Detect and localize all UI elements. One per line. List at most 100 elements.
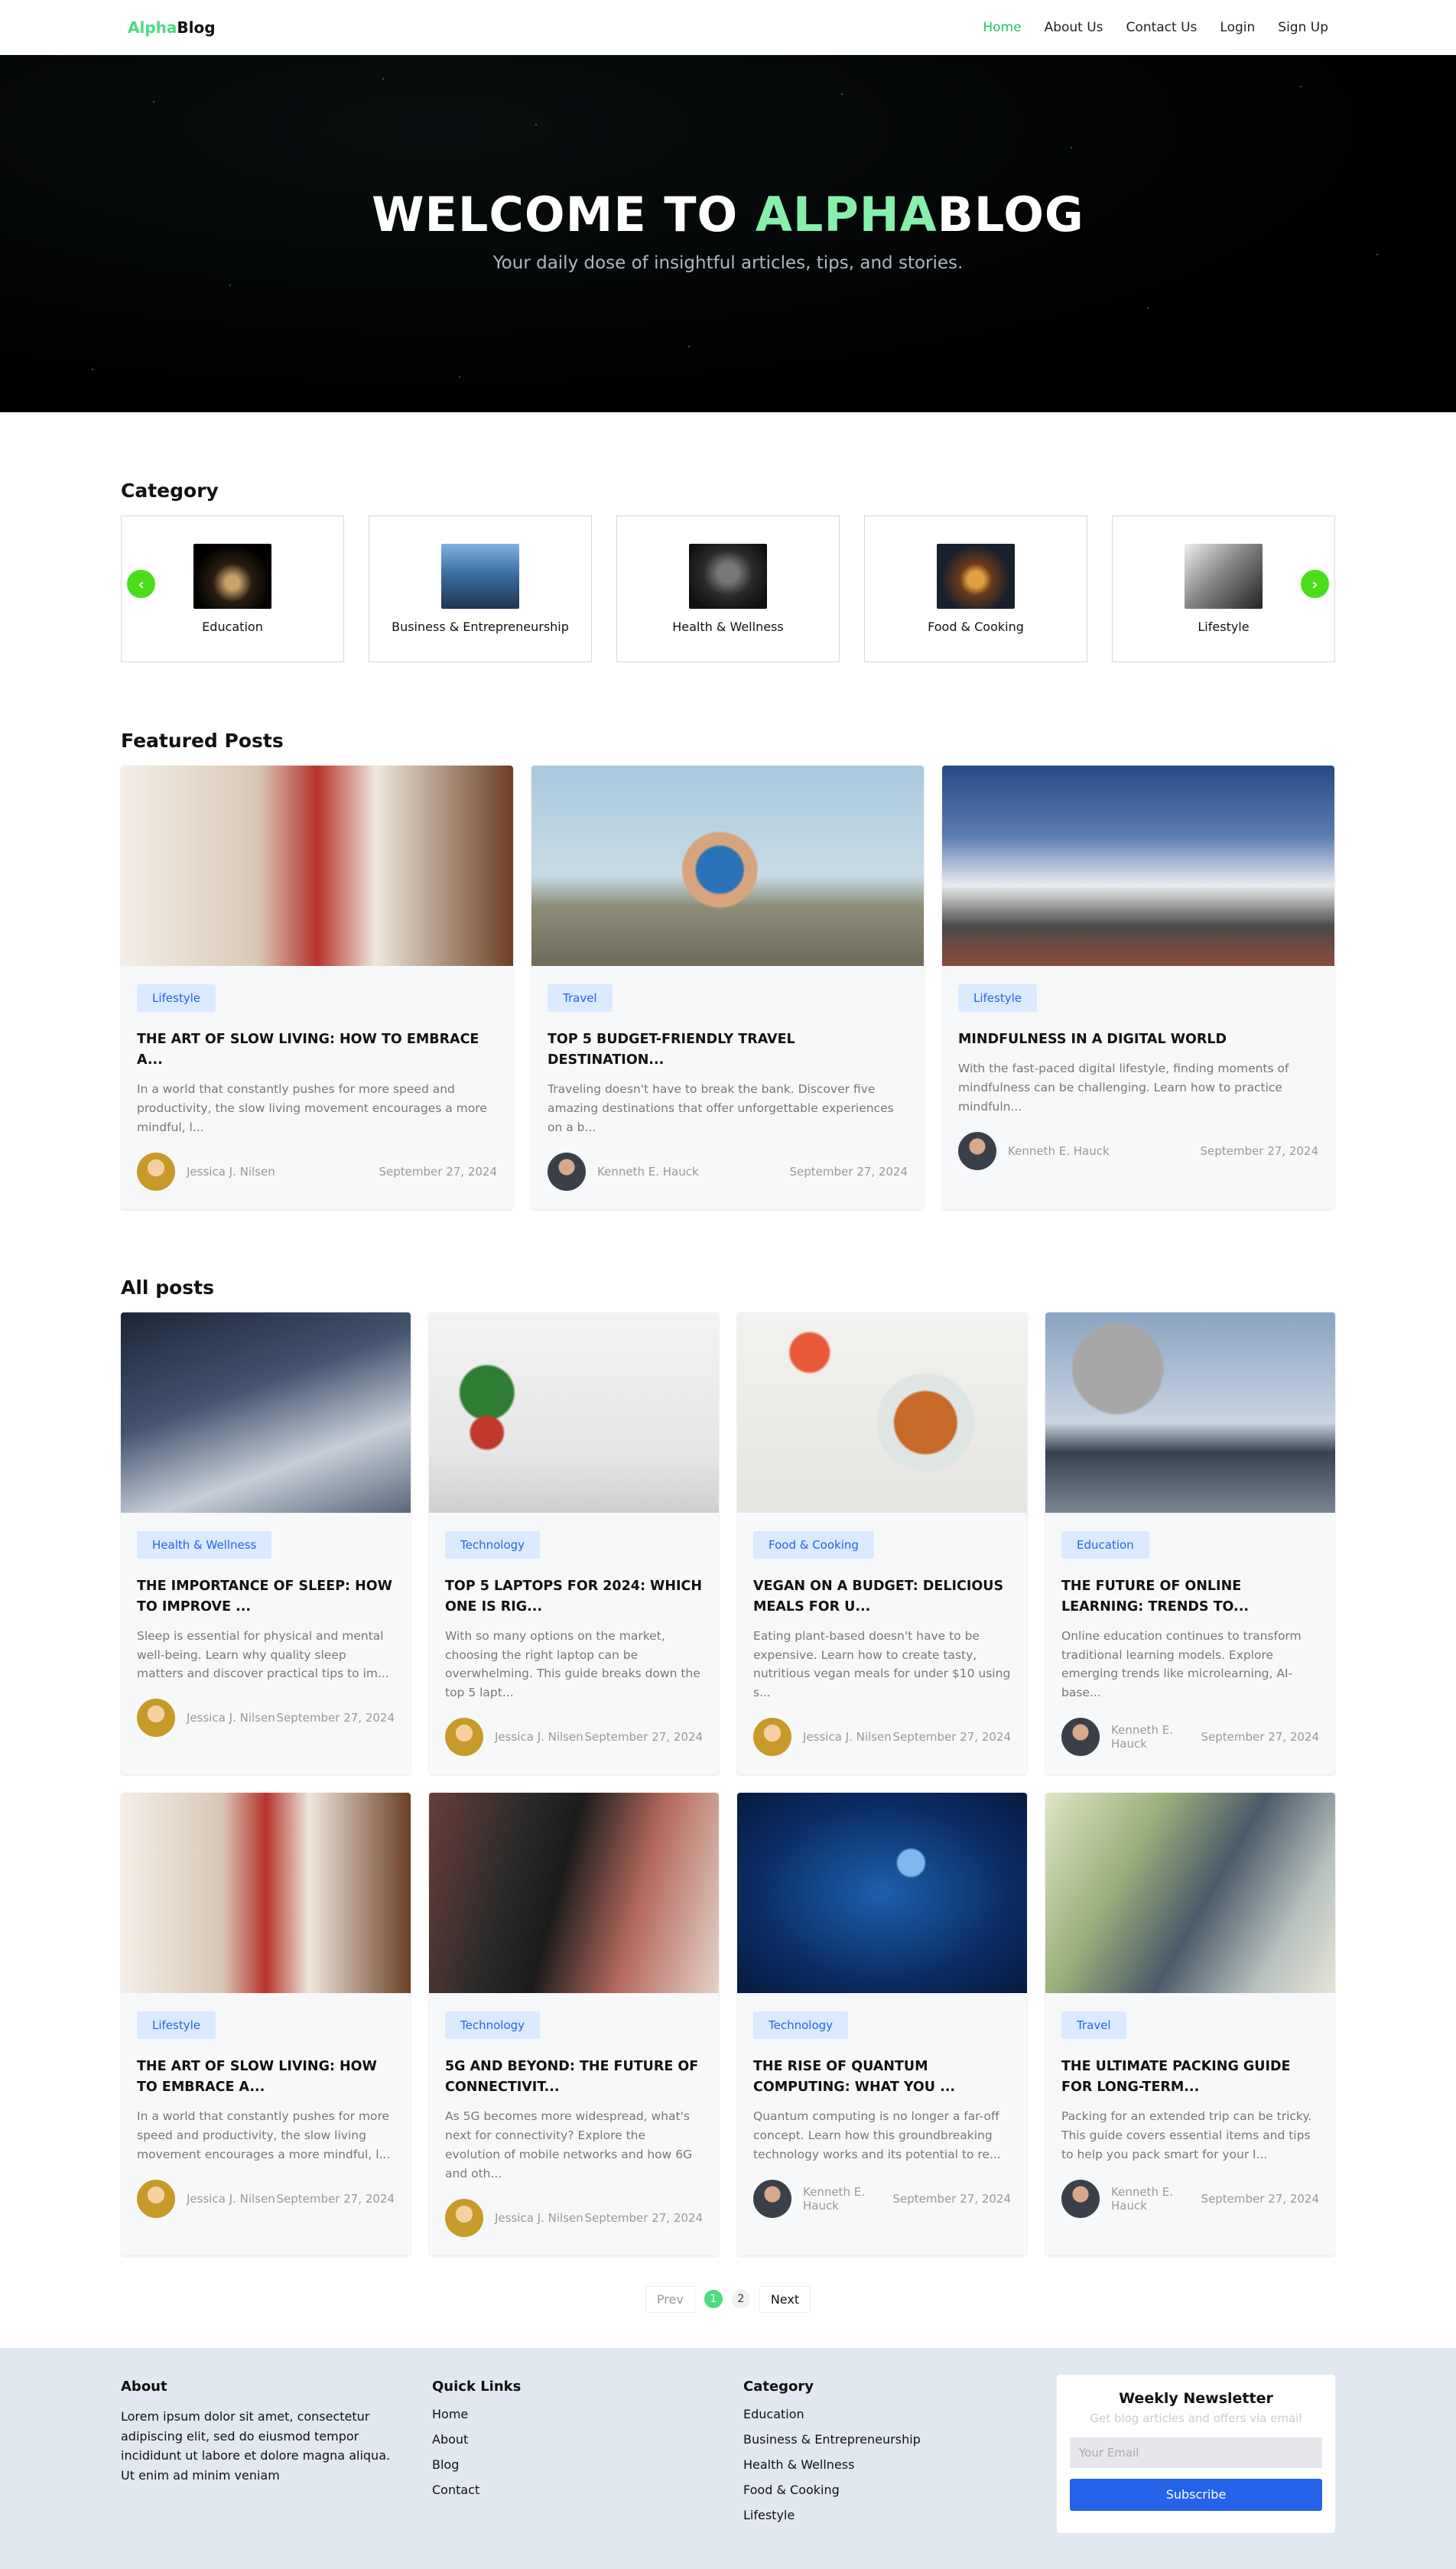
post-card[interactable]: Lifestyle THE ART OF SLOW LIVING: HOW TO… <box>121 1793 411 2255</box>
footer-link-blog[interactable]: Blog <box>432 2457 743 2472</box>
category-image <box>1185 544 1263 609</box>
featured-post-card[interactable]: Lifestyle MINDFULNESS IN A DIGITAL WORLD… <box>942 766 1334 1209</box>
avatar <box>958 1131 996 1170</box>
footer: About Lorem ipsum dolor sit amet, consec… <box>0 2348 1456 2569</box>
post-image <box>429 1793 719 1994</box>
footer-link-home[interactable]: Home <box>432 2407 743 2421</box>
category-carousel: Education Business & Entrepreneurship He… <box>121 515 1335 662</box>
post-tag[interactable]: Lifestyle <box>137 2011 216 2040</box>
avatar <box>1061 2179 1100 2218</box>
nav-link-about[interactable]: About Us <box>1045 20 1103 35</box>
post-title[interactable]: VEGAN ON A BUDGET: DELICIOUS MEALS FOR U… <box>753 1576 1011 1618</box>
post-image <box>121 1312 411 1513</box>
footer-link-about[interactable]: About <box>432 2432 743 2447</box>
footer-link-contact[interactable]: Contact <box>432 2483 743 2497</box>
category-card-food[interactable]: Food & Cooking <box>864 515 1087 662</box>
post-card[interactable]: Technology THE RISE OF QUANTUM COMPUTING… <box>737 1793 1027 2255</box>
footer-category-link[interactable]: Lifestyle <box>743 2508 1055 2522</box>
nav-link-signup[interactable]: Sign Up <box>1278 20 1328 35</box>
post-image <box>942 766 1334 966</box>
post-tag[interactable]: Technology <box>445 1530 541 1559</box>
page-1-button[interactable]: 1 <box>704 2290 723 2309</box>
post-card[interactable]: Education THE FUTURE OF ONLINE LEARNING:… <box>1045 1312 1335 1775</box>
nav-link-login[interactable]: Login <box>1220 20 1255 35</box>
post-title[interactable]: 5G AND BEYOND: THE FUTURE OF CONNECTIVIT… <box>445 2057 703 2098</box>
avatar <box>753 2179 791 2218</box>
post-card[interactable]: Technology TOP 5 LAPTOPS FOR 2024: WHICH… <box>429 1312 719 1775</box>
post-tag[interactable]: Lifestyle <box>137 984 216 1012</box>
footer-category-link[interactable]: Health & Wellness <box>743 2457 1055 2472</box>
featured-title: Featured Posts <box>121 730 284 752</box>
post-excerpt: In a world that constantly pushes for mo… <box>137 2109 391 2161</box>
next-page-button[interactable]: Next <box>759 2285 811 2313</box>
pagination: Prev 1 2 Next <box>121 2285 1335 2313</box>
category-section: Category Education Business & Entreprene… <box>121 480 1335 662</box>
post-tag[interactable]: Lifestyle <box>958 984 1038 1012</box>
post-excerpt: Eating plant-based doesn't have to be ex… <box>753 1628 1011 1700</box>
featured-post-card[interactable]: Lifestyle THE ART OF SLOW LIVING: HOW TO… <box>121 766 513 1209</box>
avatar <box>548 1152 586 1191</box>
post-excerpt: Online education continues to transform … <box>1061 1628 1302 1700</box>
post-card[interactable]: Health & Wellness THE IMPORTANCE OF SLEE… <box>121 1312 411 1775</box>
post-card[interactable]: Food & Cooking VEGAN ON A BUDGET: DELICI… <box>737 1312 1027 1775</box>
hero-title: WELCOME TO ALPHABLOG <box>372 187 1084 242</box>
chevron-left-icon: ‹ <box>138 574 145 593</box>
footer-about-text: Lorem ipsum dolor sit amet, consectetur … <box>121 2409 391 2483</box>
post-card[interactable]: Travel THE ULTIMATE PACKING GUIDE FOR LO… <box>1045 1793 1335 2255</box>
post-author: Jessica J. Nilsen <box>495 1730 583 1745</box>
post-date: September 27, 2024 <box>1200 1143 1318 1158</box>
category-card-business[interactable]: Business & Entrepreneurship <box>369 515 592 662</box>
avatar <box>137 2179 175 2218</box>
post-tag[interactable]: Technology <box>753 2011 849 2040</box>
footer-about: About Lorem ipsum dolor sit amet, consec… <box>121 2379 432 2533</box>
post-date: September 27, 2024 <box>892 2191 1011 2206</box>
post-card[interactable]: Technology 5G AND BEYOND: THE FUTURE OF … <box>429 1793 719 2255</box>
post-title[interactable]: TOP 5 BUDGET-FRIENDLY TRAVEL DESTINATION… <box>548 1029 908 1071</box>
newsletter-email-input[interactable]: Your Email <box>1070 2437 1322 2468</box>
post-date: September 27, 2024 <box>379 1164 497 1179</box>
post-title[interactable]: THE ART OF SLOW LIVING: HOW TO EMBRACE A… <box>137 2057 395 2098</box>
post-author: Kenneth E. Hauck <box>1111 1723 1173 1751</box>
category-card-health[interactable]: Health & Wellness <box>616 515 840 662</box>
post-tag[interactable]: Travel <box>1061 2011 1126 2040</box>
post-tag[interactable]: Food & Cooking <box>753 1530 874 1559</box>
post-title[interactable]: THE ULTIMATE PACKING GUIDE FOR LONG-TERM… <box>1061 2057 1319 2098</box>
footer-category-title: Category <box>743 2379 814 2395</box>
site-logo[interactable]: AlphaBlog <box>128 18 216 37</box>
post-tag[interactable]: Technology <box>445 2011 541 2040</box>
post-author: Kenneth E. Hauck <box>597 1164 699 1179</box>
footer-category-link[interactable]: Education <box>743 2407 1055 2421</box>
nav-link-home[interactable]: Home <box>983 20 1021 35</box>
subscribe-button[interactable]: Subscribe <box>1070 2479 1322 2511</box>
post-date: September 27, 2024 <box>276 2191 395 2206</box>
nav-link-contact[interactable]: Contact Us <box>1126 20 1198 35</box>
post-title[interactable]: TOP 5 LAPTOPS FOR 2024: WHICH ONE IS RIG… <box>445 1576 703 1618</box>
category-title: Category <box>121 480 219 502</box>
category-image <box>689 544 767 609</box>
footer-category-link[interactable]: Business & Entrepreneurship <box>743 2432 1055 2447</box>
post-image <box>429 1312 719 1513</box>
featured-section: Featured Posts Lifestyle THE ART OF SLOW… <box>121 730 1335 1209</box>
featured-post-card[interactable]: Travel TOP 5 BUDGET-FRIENDLY TRAVEL DEST… <box>531 766 924 1209</box>
category-label: Food & Cooking <box>928 619 1024 634</box>
post-image <box>121 766 513 966</box>
post-title[interactable]: THE RISE OF QUANTUM COMPUTING: WHAT YOU … <box>753 2057 1011 2098</box>
post-title[interactable]: MINDFULNESS IN A DIGITAL WORLD <box>958 1029 1318 1050</box>
prev-page-button[interactable]: Prev <box>645 2285 695 2313</box>
footer-category-link[interactable]: Food & Cooking <box>743 2483 1055 2497</box>
carousel-prev-button[interactable]: ‹ <box>127 570 155 598</box>
post-excerpt: With so many options on the market, choo… <box>445 1628 700 1700</box>
post-excerpt: Sleep is essential for physical and ment… <box>137 1628 389 1681</box>
post-tag[interactable]: Travel <box>548 984 613 1012</box>
post-tag[interactable]: Health & Wellness <box>137 1530 272 1559</box>
page-2-button[interactable]: 2 <box>731 2290 750 2309</box>
post-title[interactable]: THE FUTURE OF ONLINE LEARNING: TRENDS TO… <box>1061 1576 1319 1618</box>
post-excerpt: In a world that constantly pushes for mo… <box>137 1082 487 1134</box>
footer-links-title: Quick Links <box>432 2379 522 2395</box>
post-title[interactable]: THE IMPORTANCE OF SLEEP: HOW TO IMPROVE … <box>137 1576 395 1618</box>
post-tag[interactable]: Education <box>1061 1530 1149 1559</box>
carousel-next-button[interactable]: › <box>1301 570 1329 598</box>
avatar <box>137 1699 175 1738</box>
post-author: Kenneth E. Hauck <box>803 2184 865 2213</box>
post-title[interactable]: THE ART OF SLOW LIVING: HOW TO EMBRACE A… <box>137 1029 497 1071</box>
